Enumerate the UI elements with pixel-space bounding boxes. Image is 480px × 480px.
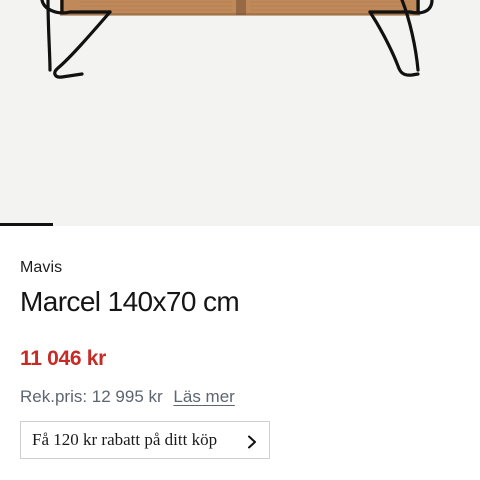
promo-label: Få 120 kr rabatt på ditt köp <box>32 430 218 449</box>
product-brand[interactable]: Mavis <box>20 259 62 277</box>
recommended-price-row: Rek.pris: 12 995 kr Läs mer <box>20 387 235 407</box>
read-more-link[interactable]: Läs mer <box>173 387 234 406</box>
product-price: 11 046 kr <box>20 347 107 370</box>
discount-promo-button[interactable]: Få 120 kr rabatt på ditt köp <box>20 421 270 459</box>
carousel-indicator <box>0 223 53 226</box>
product-title: Marcel 140x70 cm <box>20 286 240 317</box>
chevron-right-icon <box>247 434 257 454</box>
product-image[interactable] <box>0 0 480 226</box>
recommended-price: Rek.pris: 12 995 kr <box>20 387 163 406</box>
product-image-graphic <box>40 0 434 79</box>
